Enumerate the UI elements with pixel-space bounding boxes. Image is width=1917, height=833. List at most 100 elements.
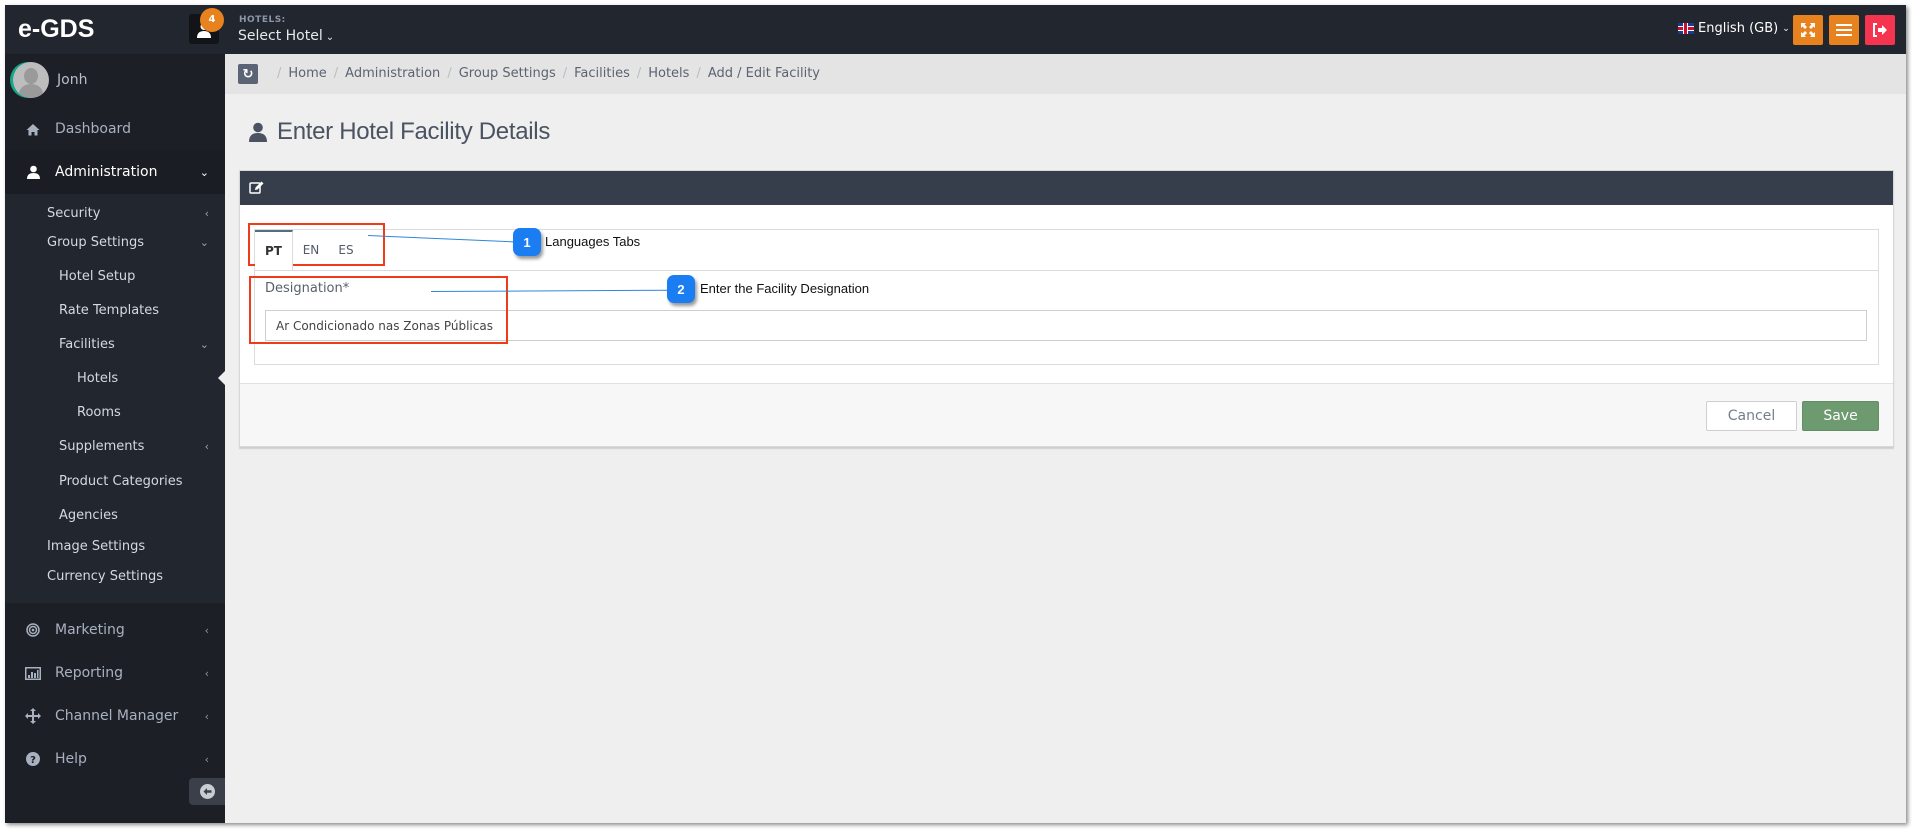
avatar	[13, 62, 49, 98]
annotation-box-designation	[249, 276, 508, 344]
top-bar: e-GDS 4 HOTELS: Select Hotel ⌄ English (G…	[5, 5, 1906, 54]
logout-icon	[1873, 23, 1887, 37]
sidebar-item-label: Hotels	[77, 370, 119, 386]
annotation-marker-2: 2	[667, 275, 695, 303]
administration-submenu: Security ‹ Group Settings ⌄ Hotel Setup …	[5, 194, 225, 603]
panel-footer: Cancel Save	[240, 383, 1893, 446]
notification-badge: 4	[200, 8, 224, 32]
chevron-left-icon: ‹	[204, 439, 209, 453]
refresh-icon: ↻	[242, 66, 254, 82]
breadcrumb-separator: /	[696, 66, 701, 81]
annotation-text-2: Enter the Facility Designation	[700, 281, 870, 296]
breadcrumb-separator: /	[277, 66, 282, 81]
breadcrumb-group-settings[interactable]: Group Settings	[459, 66, 556, 81]
chevron-down-icon: ⌄	[199, 235, 209, 249]
chevron-left-icon: ‹	[204, 623, 209, 637]
sidebar-item-hotel-setup[interactable]: Hotel Setup	[5, 262, 225, 290]
collapse-sidebar-button[interactable]	[189, 778, 225, 805]
sidebar-item-group-settings[interactable]: Group Settings ⌄	[5, 228, 225, 256]
sidebar-item-security[interactable]: Security ‹	[5, 199, 225, 227]
user-name: Jonh	[57, 72, 88, 88]
active-item-pointer	[218, 371, 225, 385]
logout-button[interactable]	[1865, 15, 1895, 45]
cancel-button[interactable]: Cancel	[1706, 401, 1797, 431]
breadcrumb: / Home / Administration / Group Settings…	[277, 66, 820, 81]
sidebar-item-image-settings[interactable]: Image Settings	[5, 532, 225, 560]
panel-header	[240, 171, 1893, 205]
breadcrumb-separator: /	[333, 66, 339, 81]
tab-pt[interactable]: PT	[255, 230, 293, 270]
user-icon	[23, 165, 43, 179]
chevron-down-icon: ⌄	[325, 32, 335, 43]
sidebar-item-label: Channel Manager	[55, 708, 179, 724]
sidebar-item-label: Administration	[55, 164, 158, 180]
sidebar-item-label: Rate Templates	[59, 302, 160, 318]
sidebar-item-rate-templates[interactable]: Rate Templates	[5, 296, 225, 324]
svg-text:?: ?	[30, 755, 36, 766]
user-profile[interactable]: Jonh	[13, 62, 87, 98]
breadcrumb-home[interactable]: Home	[288, 66, 326, 81]
page-title-text: Enter Hotel Facility Details	[277, 118, 551, 145]
sidebar-item-label: Help	[55, 751, 87, 767]
sidebar-item-currency-settings[interactable]: Currency Settings	[5, 562, 225, 590]
language-selector[interactable]: English (GB) ⌄	[1678, 21, 1790, 36]
sidebar-item-label: Product Categories	[59, 473, 183, 489]
chevron-down-icon: ⌄	[199, 165, 209, 179]
sidebar-item-reporting[interactable]: Reporting ‹	[5, 652, 225, 694]
sidebar-item-label: Currency Settings	[47, 568, 164, 584]
breadcrumb-administration[interactable]: Administration	[345, 66, 440, 81]
breadcrumb-separator: /	[636, 66, 642, 81]
chevron-left-icon: ‹	[204, 752, 209, 766]
arrow-left-circle-icon	[199, 784, 215, 799]
chevron-left-icon: ‹	[204, 666, 209, 680]
edit-icon	[249, 181, 264, 194]
sidebar-item-hotels[interactable]: Hotels	[5, 364, 225, 392]
breadcrumb-separator: /	[447, 66, 452, 81]
sidebar-item-facilities[interactable]: Facilities ⌄	[5, 330, 225, 358]
breadcrumb-hotels[interactable]: Hotels	[648, 66, 689, 81]
sidebar-item-agencies[interactable]: Agencies	[5, 501, 225, 529]
sidebar-item-administration[interactable]: Administration ⌄	[5, 150, 225, 194]
menu-button[interactable]	[1829, 15, 1859, 45]
sidebar-item-label: Group Settings	[47, 234, 145, 250]
sidebar-item-channel-manager[interactable]: Channel Manager ‹	[5, 695, 225, 737]
bullseye-icon	[23, 623, 43, 637]
logo: e-GDS	[18, 15, 95, 43]
sidebar-item-label: Image Settings	[47, 538, 146, 554]
sidebar-item-dashboard[interactable]: Dashboard	[5, 108, 225, 150]
sidebar-item-label: Facilities	[59, 336, 115, 352]
save-button[interactable]: Save	[1802, 401, 1879, 431]
app-window: e-GDS 4 HOTELS: Select Hotel ⌄ English (G…	[5, 5, 1906, 823]
sidebar-item-help[interactable]: ? Help ‹	[5, 738, 225, 780]
chevron-down-icon: ⌄	[199, 337, 209, 351]
page-title: Enter Hotel Facility Details	[249, 118, 550, 146]
breadcrumb-separator: /	[562, 66, 568, 81]
annotation-text-1: Languages Tabs	[545, 234, 641, 249]
sidebar-item-rooms[interactable]: Rooms	[5, 398, 225, 426]
user-icon	[249, 122, 267, 142]
sidebar-item-label: Agencies	[59, 507, 118, 523]
sidebar-item-label: Dashboard	[55, 121, 131, 137]
fullscreen-button[interactable]	[1793, 15, 1823, 45]
move-arrows-icon	[23, 708, 43, 724]
breadcrumb-facilities[interactable]: Facilities	[574, 66, 630, 81]
chevron-left-icon: ‹	[204, 206, 209, 220]
home-icon	[23, 123, 43, 136]
sidebar-item-marketing[interactable]: Marketing ‹	[5, 609, 225, 651]
chevron-down-icon: ⌄	[1782, 23, 1790, 34]
language-tab-strip: PT EN ES	[255, 230, 1878, 271]
sidebar-item-product-categories[interactable]: Product Categories	[5, 467, 225, 495]
sidebar-item-label: Security	[47, 205, 101, 221]
sidebar-item-supplements[interactable]: Supplements ‹	[5, 432, 225, 460]
refresh-button[interactable]: ↻	[238, 64, 258, 84]
hamburger-icon	[1836, 24, 1852, 36]
sidebar-item-label: Marketing	[55, 622, 125, 638]
hotel-select-dropdown[interactable]: Select Hotel ⌄	[238, 28, 334, 44]
chevron-left-icon: ‹	[204, 709, 209, 723]
question-circle-icon: ?	[23, 752, 43, 766]
hotels-label: HOTELS:	[239, 15, 286, 25]
breadcrumb-bar: ↻ / Home / Administration / Group Settin…	[225, 54, 1906, 94]
fullscreen-icon	[1801, 23, 1815, 37]
sidebar-item-label: Reporting	[55, 665, 124, 681]
sidebar-item-label: Supplements	[59, 438, 145, 454]
